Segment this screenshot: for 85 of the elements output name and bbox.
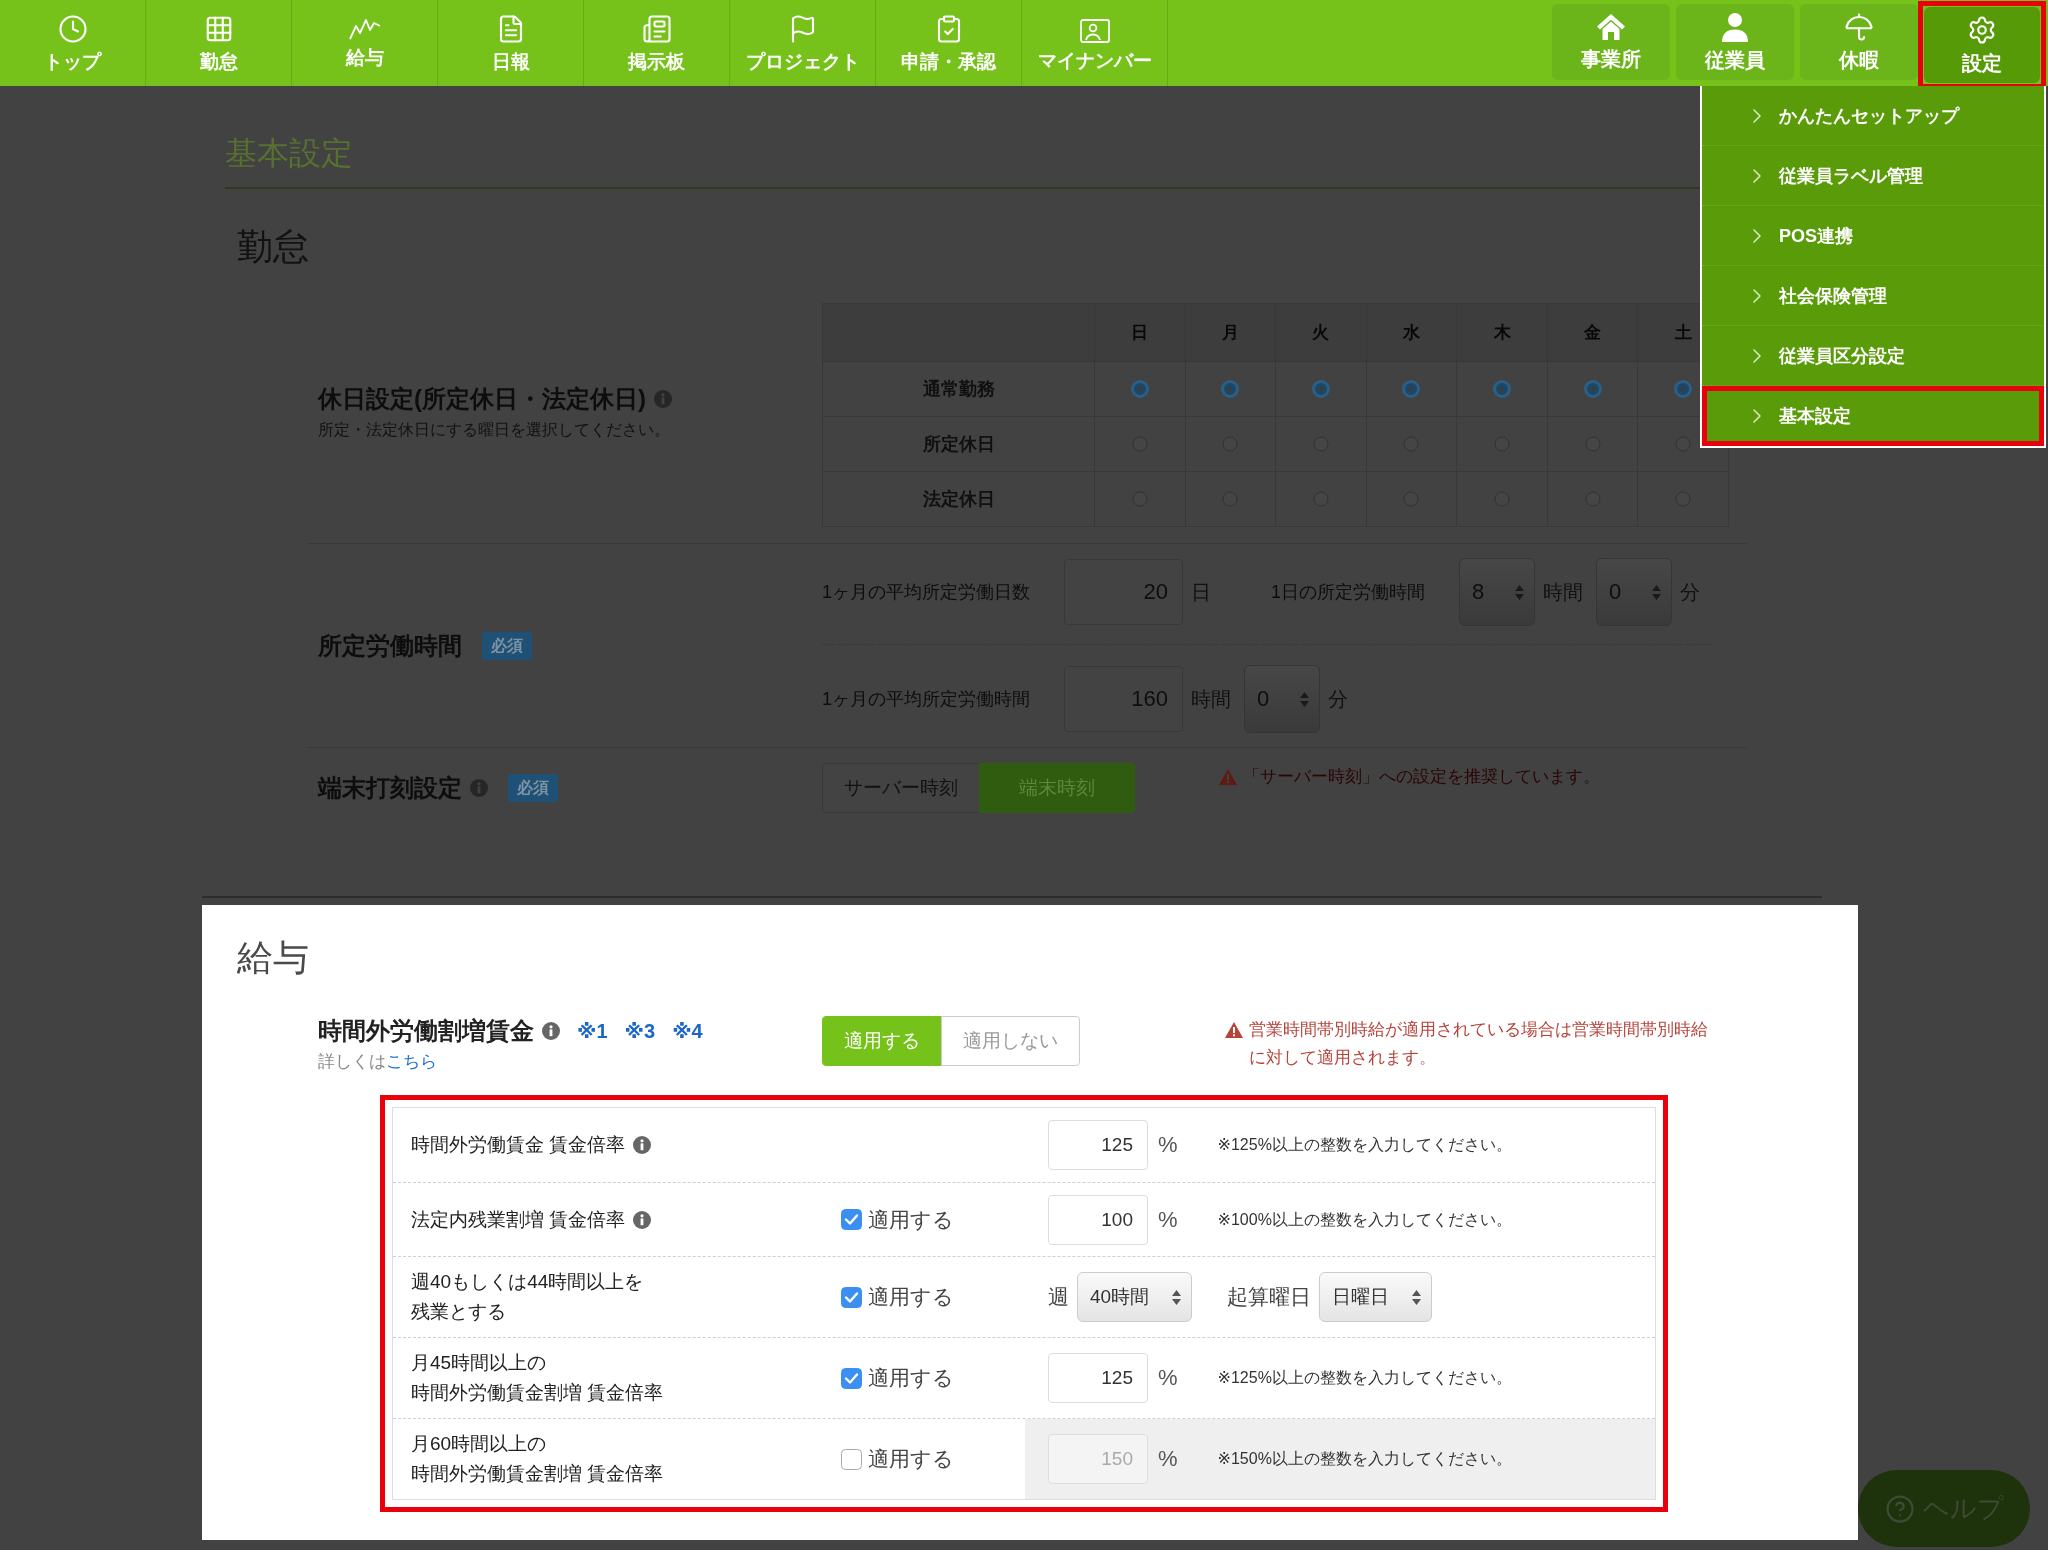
required-badge: 必須 <box>482 631 532 660</box>
menu-item[interactable]: POS連携 <box>1702 206 2044 266</box>
menu-item[interactable]: かんたんセットアップ <box>1702 86 2044 146</box>
checkbox[interactable] <box>841 1209 862 1230</box>
checkbox[interactable] <box>841 1286 862 1308</box>
input-note: ※125%以上の整数を入力してください。 <box>1217 1368 1512 1388</box>
rate-label: 時間外労働賃金 賃金倍率 <box>411 1133 626 1157</box>
nav-link[interactable]: 勤怠 <box>146 0 292 86</box>
help-icon <box>1884 1493 1915 1524</box>
nav-tile[interactable]: 事業所 <box>1552 4 1670 80</box>
warning-text: 営業時間帯別時給が適用されている場合は営業時間帯別時給に対して適用されます。 <box>1249 1019 1709 1069</box>
input-note: ※100%以上の整数を入力してください。 <box>1217 1209 1512 1230</box>
checkbox-label[interactable]: 適用する <box>868 1284 954 1310</box>
unit-label: % <box>1158 1446 1178 1472</box>
field-label: 起算曜日 <box>1227 1284 1311 1310</box>
rate-input[interactable]: 125 <box>1048 1120 1148 1170</box>
nav-link[interactable]: 日報 <box>438 0 584 86</box>
sort-arrows-icon <box>1652 584 1662 600</box>
footnote-link[interactable]: ※3 <box>624 1017 656 1045</box>
rate-input[interactable]: 100 <box>1048 1194 1148 1245</box>
details-text: 詳しくはこちら <box>318 1051 437 1073</box>
radio-button[interactable] <box>1402 380 1421 399</box>
menu-item[interactable]: 基本設定 <box>1707 391 2039 441</box>
rate-label: 時間外労働賃金割増 賃金倍率 <box>411 1381 664 1405</box>
required-badge: 必須 <box>508 774 558 802</box>
details-link[interactable]: こちら <box>386 1052 437 1071</box>
rate-label: 月45時間以上の <box>411 1351 547 1375</box>
unit-label: % <box>1158 1365 1178 1391</box>
info-icon[interactable] <box>633 1210 652 1229</box>
sort-arrows-icon <box>1515 584 1525 600</box>
radio-button[interactable] <box>1130 380 1149 399</box>
sort-arrows-icon <box>1172 1289 1181 1305</box>
warning-text: 「サーバー時刻」への設定を推奨しています。 <box>1243 766 1600 788</box>
settings-icon <box>1967 15 1997 45</box>
menu-item[interactable]: 社会保険管理 <box>1702 266 2044 326</box>
person-icon <box>1721 12 1749 42</box>
field-label: 週 <box>1048 1284 1069 1310</box>
warning-icon <box>1225 1022 1243 1038</box>
footnote-link[interactable]: ※1 <box>577 1017 608 1045</box>
warning-icon <box>1219 769 1237 785</box>
rate-label: 週40もしくは44時間以上を <box>411 1270 644 1294</box>
checkbox-label[interactable]: 適用する <box>868 1206 954 1233</box>
setting-label: 時間外労働割増賃金 <box>318 1016 534 1046</box>
rate-label: 時間外労働賃金割増 賃金倍率 <box>411 1462 664 1486</box>
sort-arrows-icon <box>1412 1289 1421 1305</box>
checkbox-label[interactable]: 適用する <box>868 1365 954 1391</box>
input-note: ※125%以上の整数を入力してください。 <box>1217 1135 1512 1155</box>
footnote-link[interactable]: ※4 <box>672 1017 703 1045</box>
nav-link[interactable]: マイナンバー <box>1022 0 1168 86</box>
nav-link[interactable]: 給与 <box>292 0 438 86</box>
newspaper-icon <box>641 13 672 44</box>
weekday-select[interactable]: 日曜日 <box>1319 1272 1432 1322</box>
umbrella-icon <box>1844 12 1874 42</box>
info-icon[interactable] <box>633 1136 652 1154</box>
nav-link[interactable]: トップ <box>0 0 146 86</box>
info-icon[interactable] <box>542 1022 560 1040</box>
segment-button[interactable]: 適用しない <box>941 1016 1080 1066</box>
radio-button[interactable] <box>1493 380 1512 399</box>
segment-button[interactable]: 適用する <box>822 1016 942 1066</box>
menu-item[interactable]: 従業員ラベル管理 <box>1702 146 2044 206</box>
nav-link[interactable]: プロジェクト <box>730 0 876 86</box>
clock-icon <box>57 13 88 44</box>
radio-button[interactable] <box>1221 380 1240 399</box>
hours-select[interactable]: 40時間 <box>1077 1272 1192 1322</box>
input-note: ※150%以上の整数を入力してください。 <box>1217 1449 1512 1469</box>
rate-label: 法定内残業割増 賃金倍率 <box>411 1207 626 1232</box>
menu-item[interactable]: 従業員区分設定 <box>1702 326 2044 386</box>
zigzag-line-icon <box>348 17 381 40</box>
nav-link[interactable]: 掲示板 <box>584 0 730 86</box>
nav-tile[interactable]: 従業員 <box>1676 4 1794 80</box>
radio-button[interactable] <box>1311 380 1330 399</box>
rate-label: 残業とする <box>411 1300 506 1324</box>
rate-input[interactable]: 125 <box>1048 1353 1148 1403</box>
checkbox[interactable] <box>841 1367 862 1389</box>
sort-arrows-icon <box>1300 691 1309 707</box>
rate-label: 月60時間以上の <box>411 1432 547 1456</box>
unit-label: % <box>1158 1132 1178 1158</box>
nav-tile[interactable]: 設定 <box>1924 7 2040 83</box>
nav-link[interactable]: 申請・承認 <box>876 0 1022 86</box>
unit-label: % <box>1158 1206 1178 1233</box>
section-heading: 給与 <box>237 936 309 980</box>
radio-button[interactable] <box>1674 380 1693 399</box>
house-icon <box>1596 13 1626 41</box>
nav-tile[interactable]: 休暇 <box>1800 4 1918 80</box>
radio-button[interactable] <box>1583 380 1602 399</box>
